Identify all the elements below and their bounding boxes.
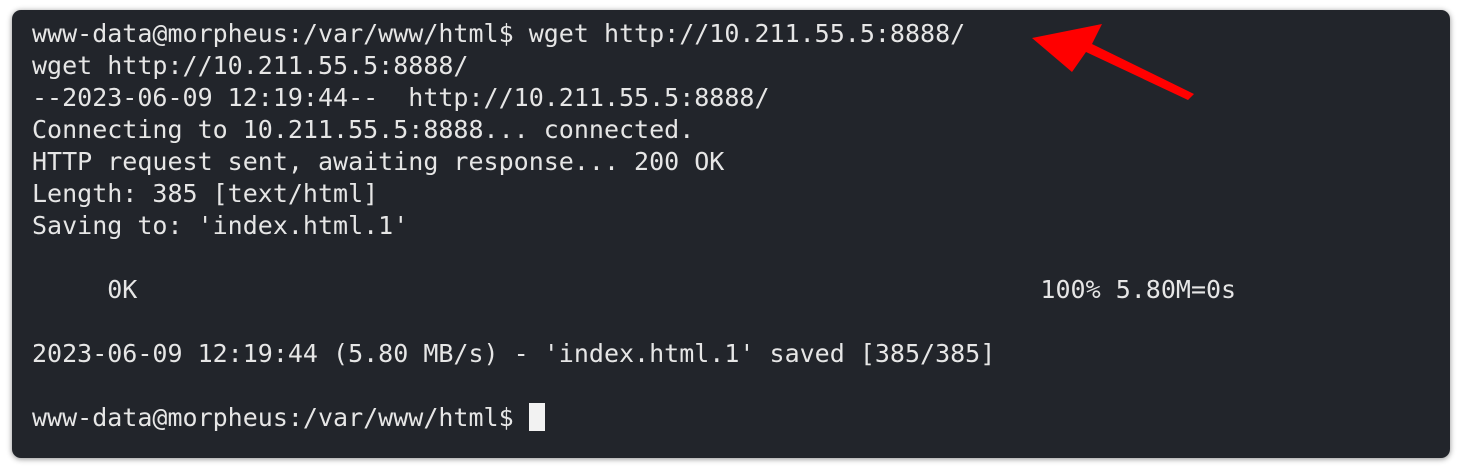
terminal-line-saved: 2023-06-09 12:19:44 (5.80 MB/s) - 'index… — [32, 339, 996, 368]
terminal-line-timestamp: --2023-06-09 12:19:44-- http://10.211.55… — [32, 83, 770, 112]
prompt-text: www-data@morpheus:/var/www/html$ — [32, 403, 529, 432]
terminal-line-length: Length: 385 [text/html] — [32, 179, 379, 208]
terminal-line-command: www-data@morpheus:/var/www/html$ wget ht… — [32, 19, 966, 48]
terminal-line-http-response: HTTP request sent, awaiting response... … — [32, 147, 725, 176]
cursor-block — [528, 403, 545, 431]
terminal-line-progress: 0K 100% 5.80M=0s — [32, 275, 1237, 304]
terminal-line-prompt[interactable]: www-data@morpheus:/var/www/html$ — [32, 402, 1432, 434]
terminal-output[interactable]: www-data@morpheus:/var/www/html$ wget ht… — [32, 18, 1432, 434]
terminal-line-saving: Saving to: 'index.html.1' — [32, 211, 409, 240]
terminal-window[interactable]: www-data@morpheus:/var/www/html$ wget ht… — [12, 10, 1450, 458]
terminal-line-echo: wget http://10.211.55.5:8888/ — [32, 51, 469, 80]
terminal-line-connecting: Connecting to 10.211.55.5:8888... connec… — [32, 115, 695, 144]
